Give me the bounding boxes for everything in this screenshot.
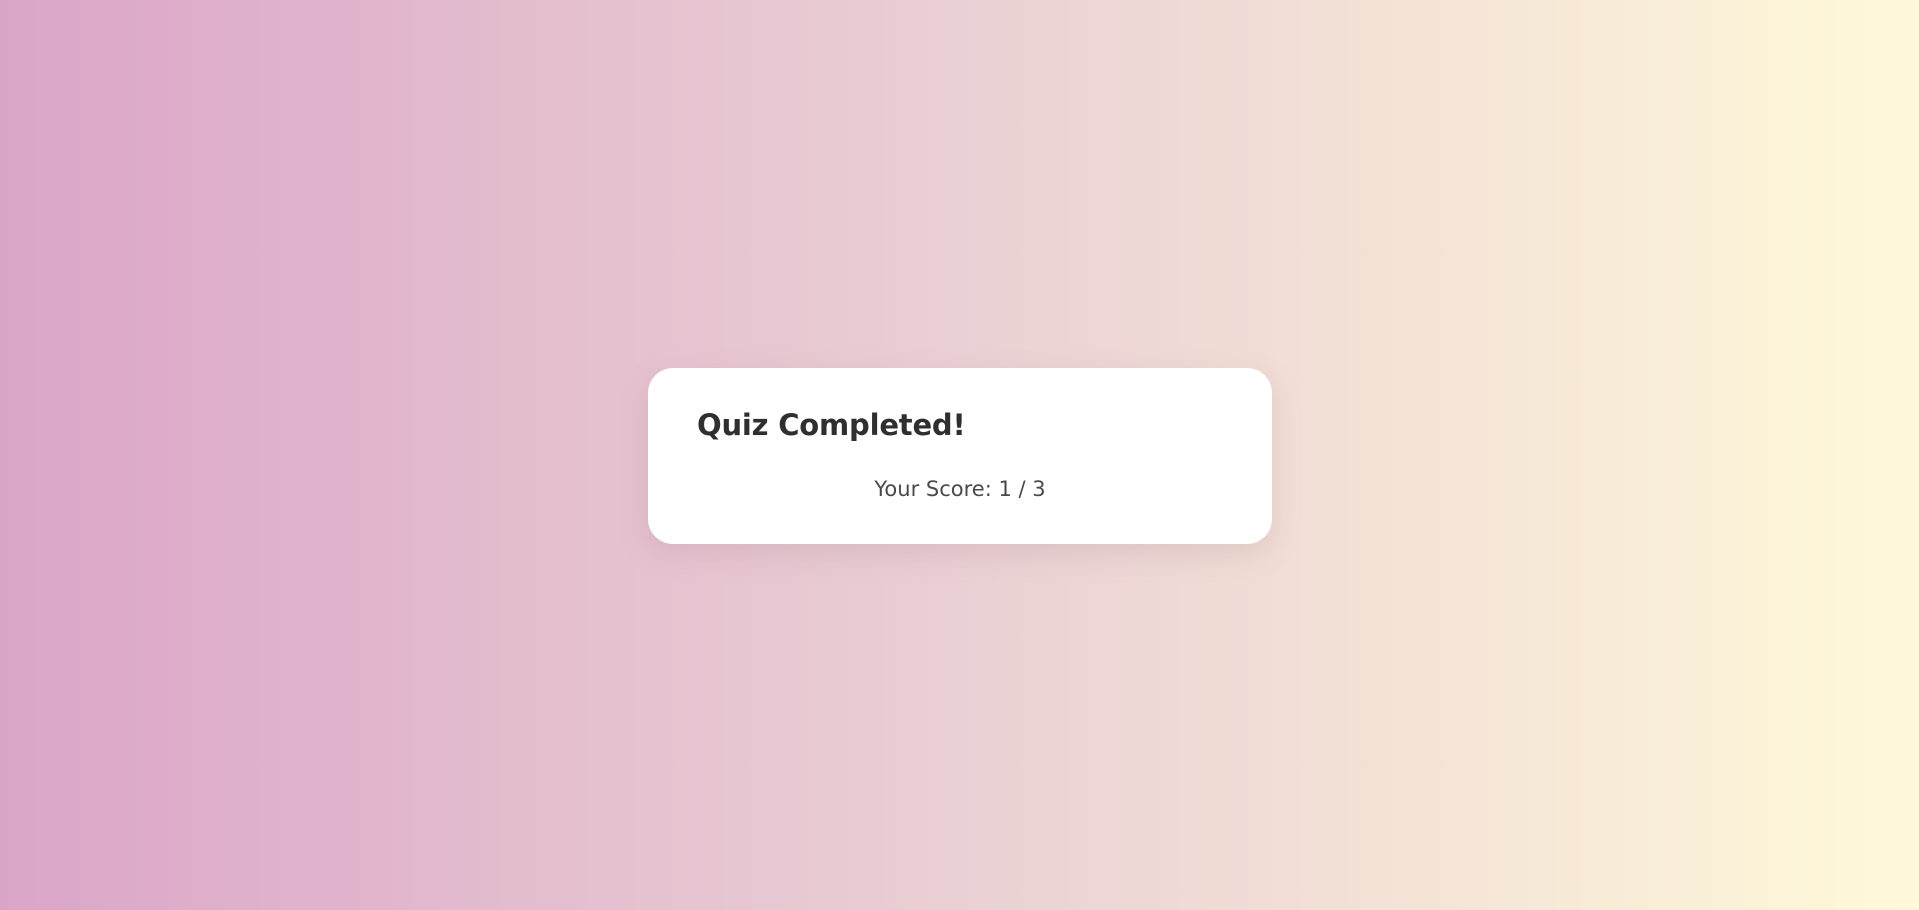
- score-text: Your Score: 1 / 3: [874, 476, 1046, 501]
- quiz-completed-title: Quiz Completed!: [697, 408, 966, 442]
- quiz-result-card: Quiz Completed! Your Score: 1 / 3: [648, 368, 1272, 544]
